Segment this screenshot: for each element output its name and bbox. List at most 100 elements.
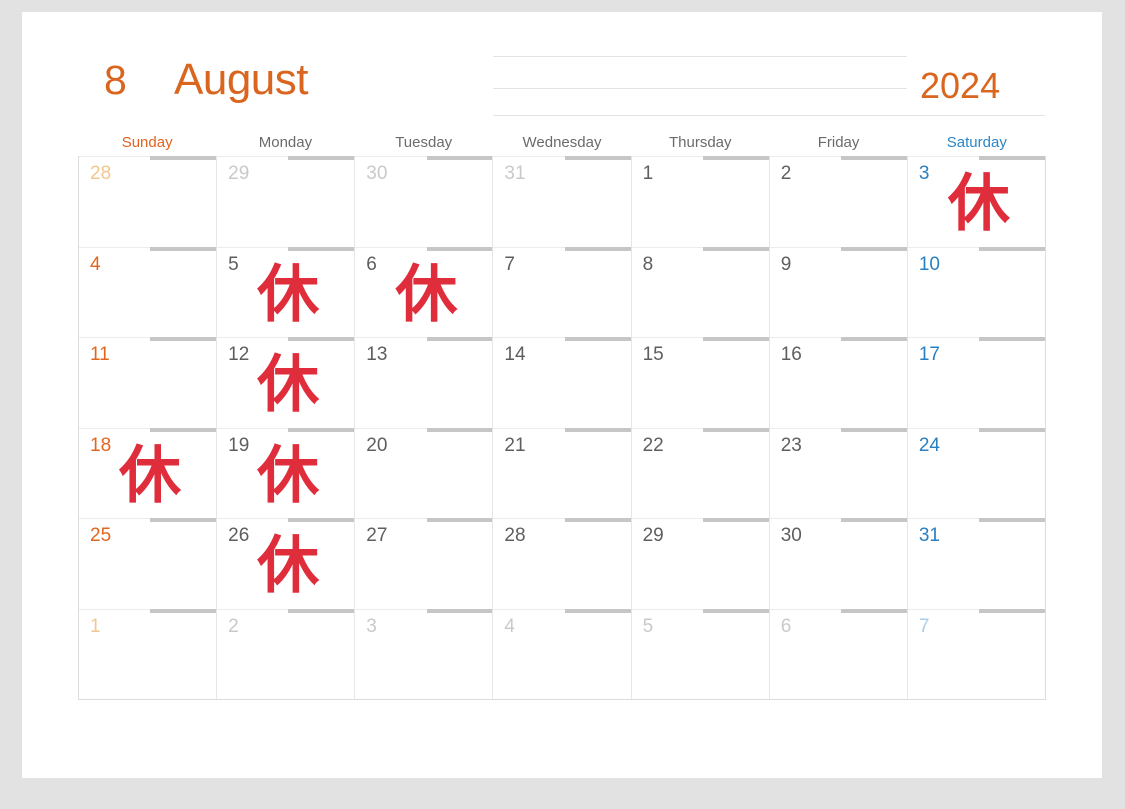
day-number: 24 — [918, 434, 940, 456]
calendar-day-cell[interactable]: 28 — [79, 156, 218, 247]
calendar-week-row: 18 休 19 休 20 21 22 23 24 — [79, 427, 1045, 518]
calendar-day-cell[interactable]: 1 — [631, 156, 770, 247]
calendar-day-cell[interactable]: 18 休 — [79, 427, 218, 518]
holiday-mark: 休 — [395, 257, 458, 331]
calendar-day-cell[interactable]: 29 — [631, 518, 770, 609]
day-number: 31 — [918, 525, 940, 546]
day-number: 21 — [504, 434, 526, 456]
calendar-day-cell[interactable]: 13 — [355, 337, 494, 428]
year-number: 2024 — [920, 65, 1001, 106]
holiday-mark: 休 — [947, 166, 1010, 240]
calendar-day-cell[interactable]: 31 — [907, 518, 1045, 609]
day-number: 3 — [366, 615, 377, 637]
day-number: 8 — [642, 253, 654, 275]
calendar-day-cell[interactable]: 24 — [907, 427, 1045, 518]
day-number: 23 — [780, 434, 802, 456]
day-number: 28 — [504, 525, 526, 546]
calendar-day-cell[interactable]: 29 — [217, 156, 356, 247]
calendar-day-cell[interactable]: 2 — [769, 156, 908, 247]
day-number: 7 — [918, 615, 930, 637]
calendar-day-cell[interactable]: 1 — [79, 608, 218, 699]
calendar-day-cell[interactable]: 7 — [493, 246, 632, 337]
calendar-day-cell[interactable]: 28 — [493, 518, 632, 609]
calendar-day-cell[interactable]: 16 — [769, 337, 908, 428]
day-number: 5 — [642, 615, 654, 637]
calendar-day-cell[interactable]: 7 — [907, 608, 1045, 699]
day-number: 28 — [90, 163, 112, 184]
day-number: 18 — [90, 434, 112, 456]
day-number: 27 — [366, 525, 388, 546]
calendar-day-cell[interactable]: 5休 — [217, 246, 356, 337]
weekday-header-sunday: Sunday — [121, 134, 173, 151]
calendar-day-cell[interactable]: 27 — [355, 518, 494, 609]
calendar-grid: 28 29 30 31 1 2 3 休 4 5 休 6 休 7 8 9 10 11 12 休 13 14 15 16 17 18 休… — [78, 156, 1046, 700]
day-number: 14 — [504, 344, 526, 365]
holiday-mark: 休 — [119, 438, 182, 512]
calendar-day-cell[interactable]: 4 — [493, 608, 632, 699]
calendar-day-cell[interactable]: 11 — [79, 337, 218, 428]
calendar-day-cell[interactable]: 8 — [631, 246, 770, 337]
weekday-header-saturday: Saturday — [946, 134, 1007, 151]
day-number: 2 — [228, 615, 239, 637]
weekday-header-wednesday: Wednesday — [522, 134, 602, 151]
calendar-day-cell[interactable]: 22 — [631, 427, 770, 518]
day-number: 16 — [780, 344, 802, 365]
header-underline — [493, 115, 1045, 116]
calendar-page-card: 8 August 2024 Sunday Monday Tuesday Wednesd… — [22, 12, 1102, 778]
calendar-day-cell[interactable]: 17 — [907, 337, 1045, 428]
day-number: 30 — [366, 163, 388, 184]
day-number: 26 — [228, 525, 250, 546]
day-number: 20 — [366, 434, 388, 456]
calendar-day-cell[interactable]: 21 — [493, 427, 632, 518]
calendar-day-cell[interactable]: 5 — [631, 608, 770, 699]
calendar-day-cell[interactable]: 6 — [769, 608, 908, 699]
calendar-day-cell[interactable]: 3休 — [907, 156, 1045, 247]
calendar-day-cell[interactable]: 6休 — [355, 246, 494, 337]
calendar-day-cell[interactable]: 3 — [355, 608, 494, 699]
holiday-mark: 休 — [257, 347, 320, 421]
day-number: 3 — [918, 163, 930, 184]
day-number: 6 — [366, 253, 377, 275]
day-number: 12 — [228, 344, 250, 365]
calendar-day-cell[interactable]: 31 — [493, 156, 632, 247]
calendar-week-row: 1 2 3 4 5 6 7 — [79, 608, 1045, 699]
calendar-day-cell[interactable]: 12 休 — [217, 337, 356, 428]
day-number: 13 — [366, 344, 388, 365]
calendar-day-cell[interactable]: 10 — [907, 246, 1045, 337]
calendar-day-cell[interactable]: 4 — [79, 246, 218, 337]
weekday-header-monday: Monday — [258, 134, 313, 151]
header-writing-line-1 — [493, 56, 907, 57]
calendar-day-cell[interactable]: 25 — [79, 518, 218, 609]
header-writing-line-2 — [493, 88, 907, 89]
weekday-header-tuesday: Tuesday — [395, 134, 453, 151]
calendar-day-cell[interactable]: 9 — [769, 246, 908, 337]
calendar-week-row: 25 26 休 27 28 29 30 31 — [79, 518, 1045, 609]
day-number: 22 — [642, 434, 664, 456]
day-number: 30 — [780, 525, 802, 546]
calendar-day-cell[interactable]: 15 — [631, 337, 770, 428]
holiday-mark: 休 — [257, 438, 320, 512]
day-number: 25 — [90, 525, 112, 546]
weekday-header-thursday: Thursday — [669, 134, 732, 151]
day-number: 6 — [780, 615, 792, 637]
weekday-header-friday: Friday — [817, 134, 860, 151]
calendar-day-cell[interactable]: 20 — [355, 427, 494, 518]
calendar-day-cell[interactable]: 30 — [769, 518, 908, 609]
day-number: 9 — [780, 253, 792, 275]
day-number: 1 — [642, 163, 654, 184]
month-number: 8 — [104, 57, 127, 103]
day-number: 19 — [228, 434, 250, 456]
day-number: 1 — [90, 615, 101, 637]
calendar-day-cell[interactable]: 2 — [217, 608, 356, 699]
day-number: 15 — [642, 344, 664, 365]
calendar-day-cell[interactable]: 23 — [769, 427, 908, 518]
day-number: 31 — [504, 163, 526, 184]
day-number: 11 — [90, 344, 110, 365]
day-number: 17 — [918, 344, 940, 365]
calendar-day-cell[interactable]: 19 休 — [217, 427, 356, 518]
calendar-day-cell[interactable]: 30 — [355, 156, 494, 247]
day-number: 29 — [642, 525, 664, 546]
calendar-day-cell[interactable]: 14 — [493, 337, 632, 428]
calendar-week-row: 4 5 休 6 休 7 8 9 10 — [79, 246, 1045, 337]
calendar-day-cell[interactable]: 26 休 — [217, 518, 356, 609]
